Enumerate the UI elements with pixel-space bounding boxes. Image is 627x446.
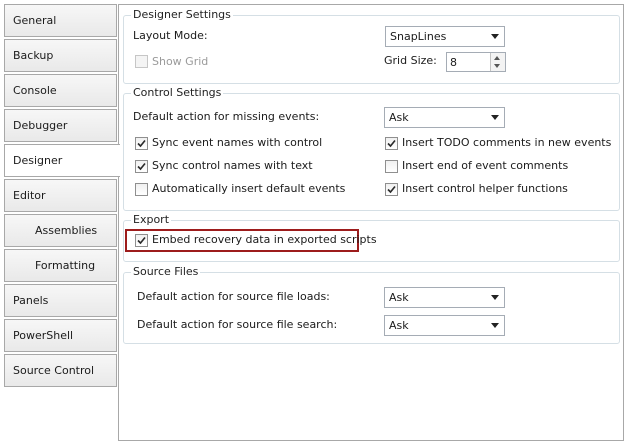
chevron-down-icon [491,115,499,120]
tab-general[interactable]: General [4,4,117,37]
tab-designer[interactable]: Designer [4,144,120,177]
source-loads-value: Ask [389,291,409,304]
tab-panels[interactable]: Panels [4,284,117,317]
group-title: Control Settings [131,86,224,99]
source-files-group: Source Files Default action for source f… [123,265,620,344]
insert-end-comments-checkbox[interactable] [385,160,398,173]
sync-event-names-label: Sync event names with control [152,136,323,149]
insert-helper-checkbox[interactable] [385,183,398,196]
embed-recovery-label: Embed recovery data in exported scripts [152,233,377,246]
tab-debugger[interactable]: Debugger [4,109,117,142]
grid-size-stepper[interactable]: 8 [446,52,506,72]
layout-mode-dropdown[interactable]: SnapLines [385,26,505,47]
source-search-dropdown[interactable]: Ask [384,315,505,336]
check-icon [137,162,146,171]
stepper-buttons[interactable] [490,53,505,71]
tab-powershell[interactable]: PowerShell [4,319,117,352]
source-search-label: Default action for source file search: [137,318,338,331]
tab-label: Designer [13,154,63,167]
chevron-down-icon [491,34,499,39]
stepper-up-icon[interactable] [494,56,500,60]
missing-events-value: Ask [389,111,409,124]
grid-size-label: Grid Size: [384,54,437,67]
embed-recovery-checkbox[interactable] [135,234,148,247]
sync-control-names-checkbox[interactable] [135,160,148,173]
grid-size-value: 8 [450,56,457,69]
show-grid-checkbox[interactable] [135,55,148,68]
tab-source-control[interactable]: Source Control [4,354,117,387]
tab-label: Debugger [13,119,68,132]
insert-todo-checkbox[interactable] [385,137,398,150]
missing-events-dropdown[interactable]: Ask [384,107,505,128]
show-grid-label: Show Grid [152,55,209,68]
designer-settings-panel: Designer Settings Layout Mode: SnapLines… [118,4,624,441]
group-title: Designer Settings [131,8,233,21]
check-icon [137,236,146,245]
designer-settings-group: Designer Settings Layout Mode: SnapLines… [123,8,620,84]
tab-label: Backup [13,49,54,62]
tab-label: Assemblies [35,224,98,237]
check-icon [387,139,396,148]
source-loads-label: Default action for source file loads: [137,290,330,303]
source-search-value: Ask [389,319,409,332]
missing-events-label: Default action for missing events: [133,110,320,123]
tab-label: Console [13,84,57,97]
tab-editor[interactable]: Editor [4,179,117,212]
tab-label: PowerShell [13,329,74,342]
tab-label: Panels [13,294,49,307]
check-icon [387,185,396,194]
insert-helper-label: Insert control helper functions [402,182,568,195]
group-title: Export [131,213,172,226]
layout-mode-label: Layout Mode: [133,29,208,42]
check-icon [137,139,146,148]
tab-label: Source Control [13,364,95,377]
auto-insert-events-label: Automatically insert default events [152,182,346,195]
group-title: Source Files [131,265,201,278]
tab-label: Editor [13,189,46,202]
tab-label: Formatting [35,259,96,272]
tab-formatting[interactable]: Formatting [4,249,117,282]
chevron-down-icon [491,295,499,300]
tab-backup[interactable]: Backup [4,39,117,72]
insert-end-comments-label: Insert end of event comments [402,159,569,172]
insert-todo-label: Insert TODO comments in new events [402,136,612,149]
stepper-down-icon[interactable] [494,64,500,68]
auto-insert-events-checkbox[interactable] [135,183,148,196]
source-loads-dropdown[interactable]: Ask [384,287,505,308]
sync-control-names-label: Sync control names with text [152,159,313,172]
tab-label: General [13,14,57,27]
control-settings-group: Control Settings Default action for miss… [123,86,620,211]
layout-mode-value: SnapLines [390,30,447,43]
tab-console[interactable]: Console [4,74,117,107]
chevron-down-icon [491,323,499,328]
tab-assemblies[interactable]: Assemblies [4,214,117,247]
sync-event-names-checkbox[interactable] [135,137,148,150]
